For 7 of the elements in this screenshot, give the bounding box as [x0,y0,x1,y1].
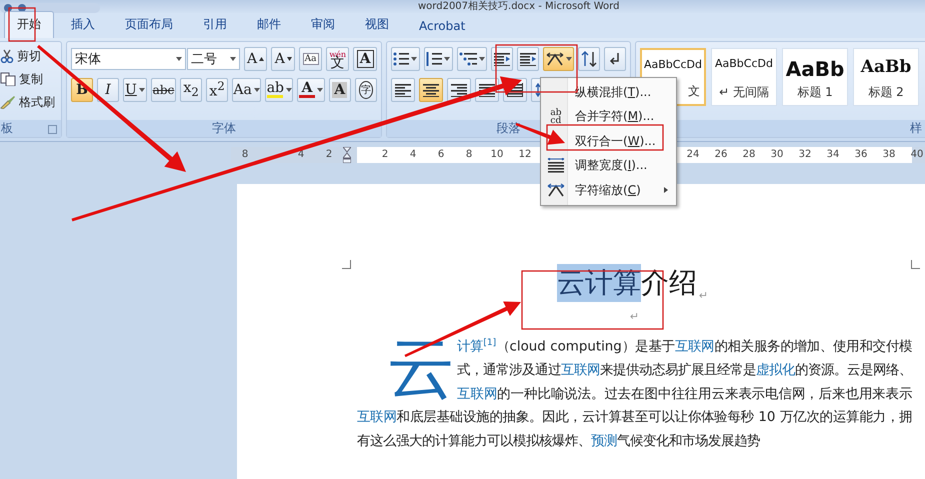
group-label: 段落 [496,120,520,137]
combine-chars-icon: ab cd [550,108,562,125]
window-title: word2007相关技巧.docx - Microsoft Word [418,0,620,13]
group-label: 样 [910,120,922,137]
group-label: 板 [1,120,13,137]
paragraph-mark: ↵ [630,309,640,325]
group-label: 字体 [212,120,236,137]
